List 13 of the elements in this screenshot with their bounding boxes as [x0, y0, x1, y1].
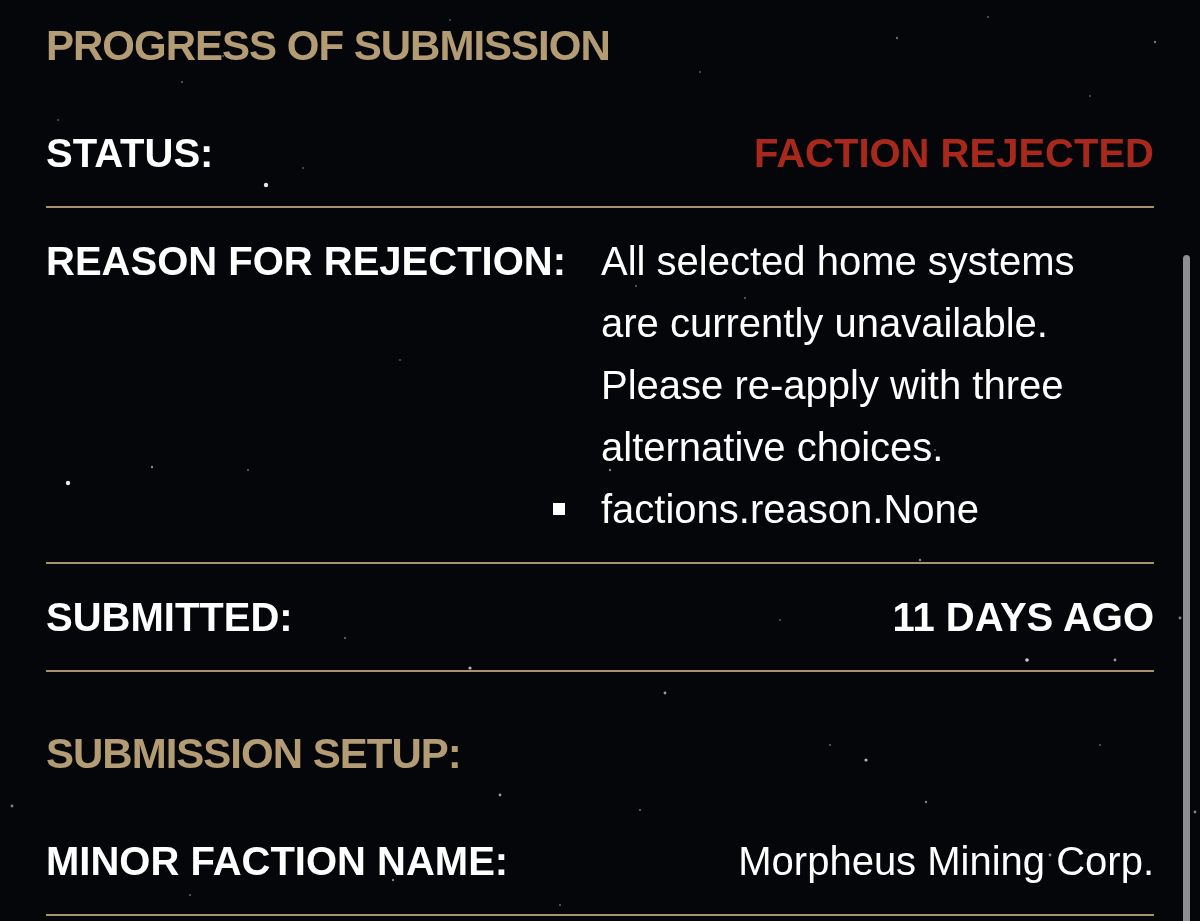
rejection-reason: All selected home systems are currently unavailable. Please re-apply with three alternative choices. [601, 238, 1076, 471]
scrollbar-thumb[interactable] [1183, 255, 1190, 921]
submitted-value: 11 DAYS AGO [892, 594, 1154, 641]
faction-name-value: Morpheus Mining Corp. [738, 838, 1154, 885]
field-label: REASON FOR REJECTION: [46, 238, 567, 285]
section-title: SUBMISSION SETUP: [46, 730, 461, 778]
status-value: FACTION REJECTED [753, 130, 1154, 177]
bullet-text: factions.reason.None [601, 486, 979, 533]
field-label: MINOR FACTION NAME: [46, 838, 509, 885]
bullet-icon [553, 503, 565, 515]
field-label: STATUS: [46, 130, 214, 177]
field-label: SUBMITTED: [46, 594, 293, 641]
section-title: PROGRESS OF SUBMISSION [46, 22, 610, 70]
